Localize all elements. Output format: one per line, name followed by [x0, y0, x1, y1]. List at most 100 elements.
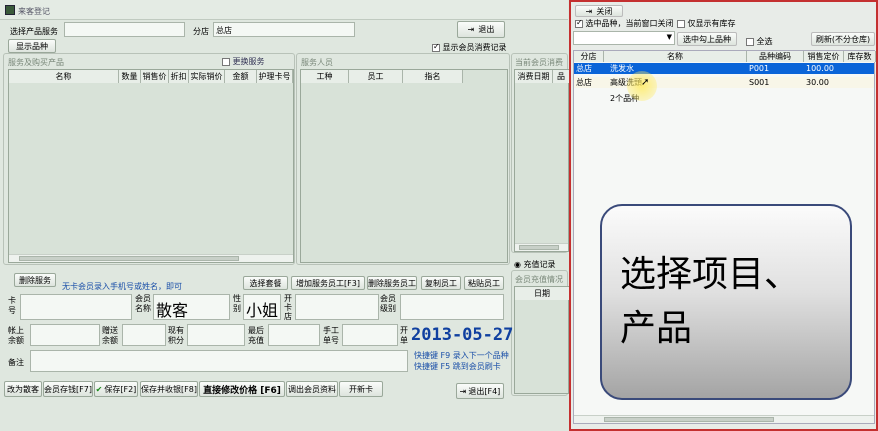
card-label: 卡号 — [8, 296, 16, 315]
refresh-button[interactable]: 刷新(不分仓库) — [811, 32, 875, 46]
picker-hscroll[interactable] — [574, 415, 874, 423]
in-stock-only-label: 仅显示有库存 — [687, 19, 736, 28]
manual-order-field[interactable] — [342, 324, 398, 346]
edit-price-button[interactable]: 直接修改价格 [F6] — [199, 381, 285, 397]
select-checked-button[interactable]: 选中勾上品种 — [677, 32, 737, 46]
services-panel: 服务及购买产品 更换服务 名称 数量 销售价 折扣 实际销价 金额 护理卡号 — [3, 53, 295, 265]
member-history-grid[interactable]: 消费日期 品 — [514, 69, 570, 252]
points-label: 现有积分 — [168, 326, 184, 345]
picker-cell-name: 洗发水 — [610, 64, 634, 73]
save-receipt-button[interactable]: 保存并收银[F8] — [140, 381, 198, 397]
picker-hscroll-thumb[interactable] — [604, 417, 774, 422]
member-name-value: 散客 — [156, 301, 189, 320]
recharge-records-radio[interactable]: ◉ 充值记录 — [514, 259, 556, 270]
delete-service-button[interactable]: 删除服务 — [14, 273, 56, 287]
exit-top-button[interactable]: ⇥ 退出 — [457, 21, 505, 38]
branch-label: 分店 — [193, 27, 209, 36]
picker-close-button[interactable]: ⇥ 关闭 — [575, 5, 623, 17]
staff-col-0: 工种 — [301, 70, 349, 83]
picker-category-select[interactable]: ▼ — [573, 31, 675, 45]
open-card-button[interactable]: 开新卡 — [339, 381, 383, 397]
picker-col-2: 品种编码 — [747, 51, 804, 62]
select-package-button[interactable]: 选择套餐 — [243, 276, 288, 290]
picker-col-3: 销售定价 — [804, 51, 844, 62]
services-hscroll[interactable] — [9, 254, 293, 262]
gift-balance-field[interactable] — [122, 324, 166, 346]
delete-staff-button[interactable]: 删除服务员工 — [367, 276, 417, 290]
call-member-button[interactable]: 调出会员资料 — [286, 381, 338, 397]
member-level-label: 会员级别 — [380, 294, 396, 313]
branch-value: 总店 — [216, 26, 232, 35]
select-chevron-icon: ▼ — [666, 33, 672, 41]
staff-panel: 服务人员 工种 员工 指名 — [296, 53, 510, 265]
gift-balance-label: 赠送余额 — [102, 326, 118, 345]
services-col-2: 销售价 — [141, 70, 169, 83]
last-recharge-field[interactable] — [268, 324, 320, 346]
walk-in-button[interactable]: 改为散客 — [4, 381, 42, 397]
member-name-label: 会员名称 — [135, 294, 151, 313]
picker-cell-store: 总店 — [576, 64, 592, 73]
member-name-field[interactable]: 散客 — [153, 294, 230, 320]
remark-input[interactable] — [30, 350, 408, 372]
change-service-label: 更换服务 — [232, 57, 265, 66]
picker-grid[interactable]: 分店 名称 品种编码 销售定价 库存数 总店 洗发水 P001 100.00 总… — [573, 50, 876, 424]
picker-col-4: 库存数 — [844, 51, 876, 62]
member-level-field[interactable] — [400, 294, 504, 320]
select-product-label: 选择产品服务 — [10, 27, 58, 36]
picker-cell-code: S001 — [749, 78, 770, 87]
points-field[interactable] — [187, 324, 245, 346]
card-input[interactable] — [20, 294, 132, 320]
services-grid[interactable]: 名称 数量 销售价 折扣 实际销价 金额 护理卡号 — [8, 69, 294, 263]
show-member-records-label: 显示会员消费记录 — [442, 43, 507, 52]
copy-staff-button[interactable]: 复制员工 — [421, 276, 461, 290]
app-icon — [5, 5, 15, 15]
change-service-checkbox[interactable]: 更换服务 — [222, 56, 265, 67]
close-on-select-checkbox[interactable]: 选中品种，当前窗口关闭 — [575, 18, 674, 29]
save-label: 保存[F2] — [104, 384, 137, 394]
balance-label: 帐上余额 — [8, 326, 24, 345]
member-history-col-1: 品 — [553, 70, 570, 83]
gender-field[interactable]: 小姐 — [243, 294, 281, 320]
show-member-records-checkbox[interactable]: 显示会员消费记录 — [432, 42, 507, 53]
exit-bottom-icon: ⇥ — [459, 386, 467, 396]
remark-label: 备注 — [8, 358, 24, 367]
services-col-4: 实际销价 — [189, 70, 225, 83]
select-product-input[interactable] — [64, 22, 185, 37]
picker-cell-store: 总店 — [576, 78, 592, 87]
picker-row[interactable]: 总店 洗发水 P001 100.00 — [574, 63, 874, 74]
picker-row[interactable]: 总店 高级洗頭 S001 30.00 — [574, 77, 874, 88]
member-history-panel: 当前会员消费记 消费日期 品 — [511, 53, 570, 253]
window-title: 来客登记 — [18, 7, 50, 16]
member-history-hscroll-thumb[interactable] — [519, 245, 559, 250]
open-store-field[interactable] — [295, 294, 379, 320]
branch-field[interactable]: 总店 — [213, 22, 355, 37]
paste-staff-button[interactable]: 粘贴员工 — [464, 276, 504, 290]
services-col-0: 名称 — [9, 70, 119, 83]
save-button[interactable]: ✔ 保存[F2] — [94, 381, 138, 397]
shortcut-hint-2: 快捷键 F5 跳到会员刷卡 — [414, 362, 501, 371]
picker-cell-price: 100.00 — [806, 64, 834, 73]
staff-col-2: 指名 — [403, 70, 463, 83]
no-card-hint: 无卡会员录入手机号或姓名，即可 — [62, 282, 182, 291]
picker-col-0: 分店 — [574, 51, 604, 62]
member-deposit-button[interactable]: 会员存钱[F7] — [43, 381, 93, 397]
select-all-checkbox[interactable]: 全选 — [746, 36, 773, 47]
services-col-6: 护理卡号 — [257, 70, 293, 83]
recharge-col-0: 日期 — [515, 287, 570, 300]
recharge-grid[interactable]: 日期 — [514, 286, 570, 394]
member-history-hscroll[interactable] — [515, 243, 568, 251]
close-on-select-check — [575, 18, 583, 28]
recharge-panel: 会员充值情况 日期 — [511, 270, 570, 396]
add-staff-button[interactable]: 增加服务员工[F3] — [291, 276, 365, 290]
in-stock-only-checkbox[interactable]: 仅显示有库存 — [677, 18, 736, 29]
exit-bottom-button[interactable]: ⇥ 退出[F4] — [456, 383, 504, 399]
balance-field[interactable] — [30, 324, 100, 346]
change-service-check — [222, 57, 230, 66]
show-items-button[interactable]: 显示品种 — [8, 39, 56, 53]
services-hscroll-thumb[interactable] — [19, 256, 239, 261]
staff-grid[interactable]: 工种 员工 指名 — [300, 69, 508, 263]
open-date-value[interactable]: 2013-05-27 — [411, 325, 513, 345]
recharge-radio-icon: ◉ — [514, 260, 521, 269]
services-title: 服务及购买产品 — [8, 58, 64, 67]
exit-icon: ⇥ — [467, 25, 475, 34]
